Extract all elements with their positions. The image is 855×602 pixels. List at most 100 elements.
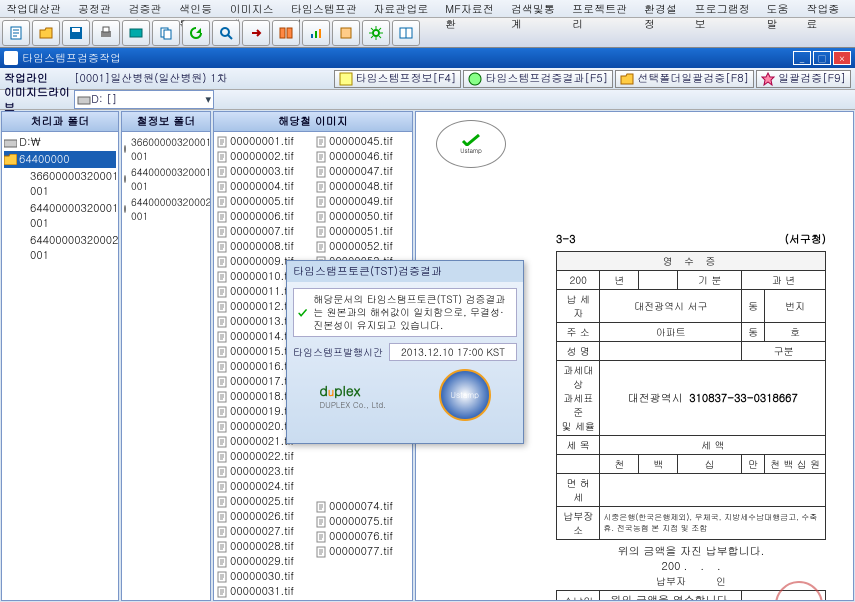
toolbar xyxy=(0,18,855,48)
job-line-row: 작업라인 [0001]일산병원(일산병원) 1차 타임스템프정보[F4] 타임스… xyxy=(0,68,855,90)
chevron-down-icon: ▾ xyxy=(205,92,211,107)
dialog-time-row: 타임스템프발행시간 2013.12.10 17:00 KST xyxy=(293,343,517,361)
tb-manual-icon[interactable] xyxy=(392,20,420,46)
menu-item[interactable]: 타임스템프관리 xyxy=(291,2,366,15)
close-button[interactable]: × xyxy=(833,51,851,65)
time-label: 타임스템프발행시간 xyxy=(293,345,383,359)
action-batch-verify[interactable]: 일괄검증[F9] xyxy=(756,70,851,88)
menu-item[interactable]: 프로그램정보 xyxy=(695,2,759,15)
menu-item[interactable]: 작업종료 xyxy=(806,2,849,15)
tb-chart-icon[interactable] xyxy=(302,20,330,46)
tb-save-icon[interactable] xyxy=(62,20,90,46)
folder-item[interactable]: 64400000320001-001 xyxy=(124,164,208,194)
action-stamp-info[interactable]: 타임스템프정보[F4] xyxy=(334,70,462,88)
file-item[interactable]: 00000050.tif xyxy=(315,209,410,224)
action-folder-batch[interactable]: 선택폴더일괄검증[F8] xyxy=(615,70,754,88)
file-item[interactable]: 00000001.tif xyxy=(216,134,311,149)
file-item[interactable]: 00000023.tif xyxy=(216,464,311,479)
file-item[interactable]: 00000003.tif xyxy=(216,164,311,179)
tb-book2-icon[interactable] xyxy=(332,20,360,46)
file-item[interactable]: 00000074.tif xyxy=(315,499,410,514)
action-stamp-verify[interactable]: 타임스템프검증결과[F5] xyxy=(463,70,613,88)
minimize-button[interactable]: _ xyxy=(793,51,811,65)
tb-scan-icon[interactable] xyxy=(122,20,150,46)
col-header: 철정보 폴더 xyxy=(122,112,210,132)
menu-item[interactable]: 검증관리 xyxy=(128,2,171,15)
maximize-button[interactable]: □ xyxy=(813,51,831,65)
duplex-logo: duplex xyxy=(319,380,386,400)
file-item[interactable]: 00000008.tif xyxy=(216,239,311,254)
file-item[interactable]: 00000045.tif xyxy=(315,134,410,149)
tb-arrow-icon[interactable] xyxy=(242,20,270,46)
file-item[interactable]: 00000046.tif xyxy=(315,149,410,164)
menu-item[interactable]: 작업대상관리 xyxy=(6,2,70,15)
dialog-message: 해당문서의 타임스탬프토큰(TST) 검증결과는 원본과의 해쉬값이 일치함으로… xyxy=(313,293,512,332)
menu-item[interactable]: 이미지스캔 xyxy=(230,2,283,15)
menu-item[interactable]: 검색및통계 xyxy=(511,2,564,15)
tree-item[interactable]: D:\ xyxy=(4,134,116,151)
file-item[interactable]: 00000027.tif xyxy=(216,524,311,539)
dialog-title: 타임스탬프토큰(TST)검증결과 xyxy=(287,261,523,282)
menu-item[interactable]: 색인등록 xyxy=(179,2,222,15)
folder-item[interactable]: 64400000320002-001 xyxy=(124,194,208,224)
drive-select[interactable]: D: [] ▾ xyxy=(74,90,214,109)
tb-copy-icon[interactable] xyxy=(152,20,180,46)
menu-item[interactable]: 환경설정 xyxy=(644,2,687,15)
tree-item[interactable]: 64400000320001-001 xyxy=(28,200,116,232)
window-icon xyxy=(4,51,18,65)
window-title: 타임스템프검증작업 xyxy=(22,51,121,66)
menu-item[interactable]: 도움말 xyxy=(766,2,798,15)
col-header: 처리과 폴더 xyxy=(2,112,118,132)
window-title-bar: 타임스템프검증작업 _ □ × xyxy=(0,48,855,68)
folder-item[interactable]: 36600000320001-001 xyxy=(124,134,208,164)
file-item[interactable]: 00000005.tif xyxy=(216,194,311,209)
jobline-value: [0001]일산병원(일산병원) 1차 xyxy=(74,71,228,86)
ustamp-logo: Ustamp xyxy=(439,369,491,421)
file-item[interactable]: 00000004.tif xyxy=(216,179,311,194)
ustamp-seal: Ustamp xyxy=(436,120,506,168)
doc-number: 3-3 xyxy=(556,232,576,247)
col-header: 해당철 이미지 xyxy=(214,112,412,132)
file-item[interactable]: 00000032.tif xyxy=(216,599,311,601)
file-item[interactable]: 00000047.tif xyxy=(315,164,410,179)
menu-item[interactable]: 프로젝트관리 xyxy=(572,2,636,15)
tree-item[interactable]: 64400000320002-001 xyxy=(28,232,116,264)
check-icon xyxy=(298,301,307,325)
file-item[interactable]: 00000026.tif xyxy=(216,509,311,524)
file-item[interactable]: 00000002.tif xyxy=(216,149,311,164)
file-item[interactable]: 00000075.tif xyxy=(315,514,410,529)
tree-item[interactable]: 64400000 xyxy=(4,151,116,168)
file-item[interactable]: 00000024.tif xyxy=(216,479,311,494)
menu-item[interactable]: 공정관리 xyxy=(78,2,121,15)
file-item[interactable]: 00000051.tif xyxy=(315,224,410,239)
tree-item[interactable]: 36600000320001-001 xyxy=(28,168,116,200)
menu-item[interactable]: MF자료전환 xyxy=(445,2,503,15)
menu-item[interactable]: 자료관업로드 xyxy=(373,2,437,15)
file-item[interactable]: 00000077.tif xyxy=(315,544,410,559)
file-item[interactable]: 00000025.tif xyxy=(216,494,311,509)
file-item[interactable]: 00000028.tif xyxy=(216,539,311,554)
duplex-company: DUPLEX Co., Ltd. xyxy=(319,400,386,411)
tb-refresh-icon[interactable] xyxy=(182,20,210,46)
receipt-table: 영 수 증 200년기 분과 년 납 세 자대전광역시 서구동번지 주 소아파트… xyxy=(556,251,826,600)
file-item[interactable]: 00000022.tif xyxy=(216,449,311,464)
dialog-message-row: 해당문서의 타임스탬프토큰(TST) 검증결과는 원본과의 해쉬값이 일치함으로… xyxy=(293,288,517,337)
tst-result-dialog: 타임스탬프토큰(TST)검증결과 해당문서의 타임스탬프토큰(TST) 검증결과… xyxy=(286,260,524,444)
file-item[interactable]: 00000030.tif xyxy=(216,569,311,584)
file-item[interactable]: 00000029.tif xyxy=(216,554,311,569)
tb-open-icon[interactable] xyxy=(32,20,60,46)
tb-gear-icon[interactable] xyxy=(362,20,390,46)
file-item[interactable]: 00000049.tif xyxy=(315,194,410,209)
tb-book-icon[interactable] xyxy=(272,20,300,46)
tb-search-icon[interactable] xyxy=(212,20,240,46)
drive-row: 이미지드라이브 D: [] ▾ xyxy=(0,90,855,110)
file-item[interactable]: 00000048.tif xyxy=(315,179,410,194)
file-item[interactable]: 00000076.tif xyxy=(315,529,410,544)
tb-doc-icon[interactable] xyxy=(2,20,30,46)
file-item[interactable]: 00000006.tif xyxy=(216,209,311,224)
file-item[interactable]: 00000052.tif xyxy=(315,239,410,254)
tb-print-icon[interactable] xyxy=(92,20,120,46)
file-item[interactable]: 00000031.tif xyxy=(216,584,311,599)
drive-label: 이미지드라이브 xyxy=(4,85,74,115)
file-item[interactable]: 00000007.tif xyxy=(216,224,311,239)
